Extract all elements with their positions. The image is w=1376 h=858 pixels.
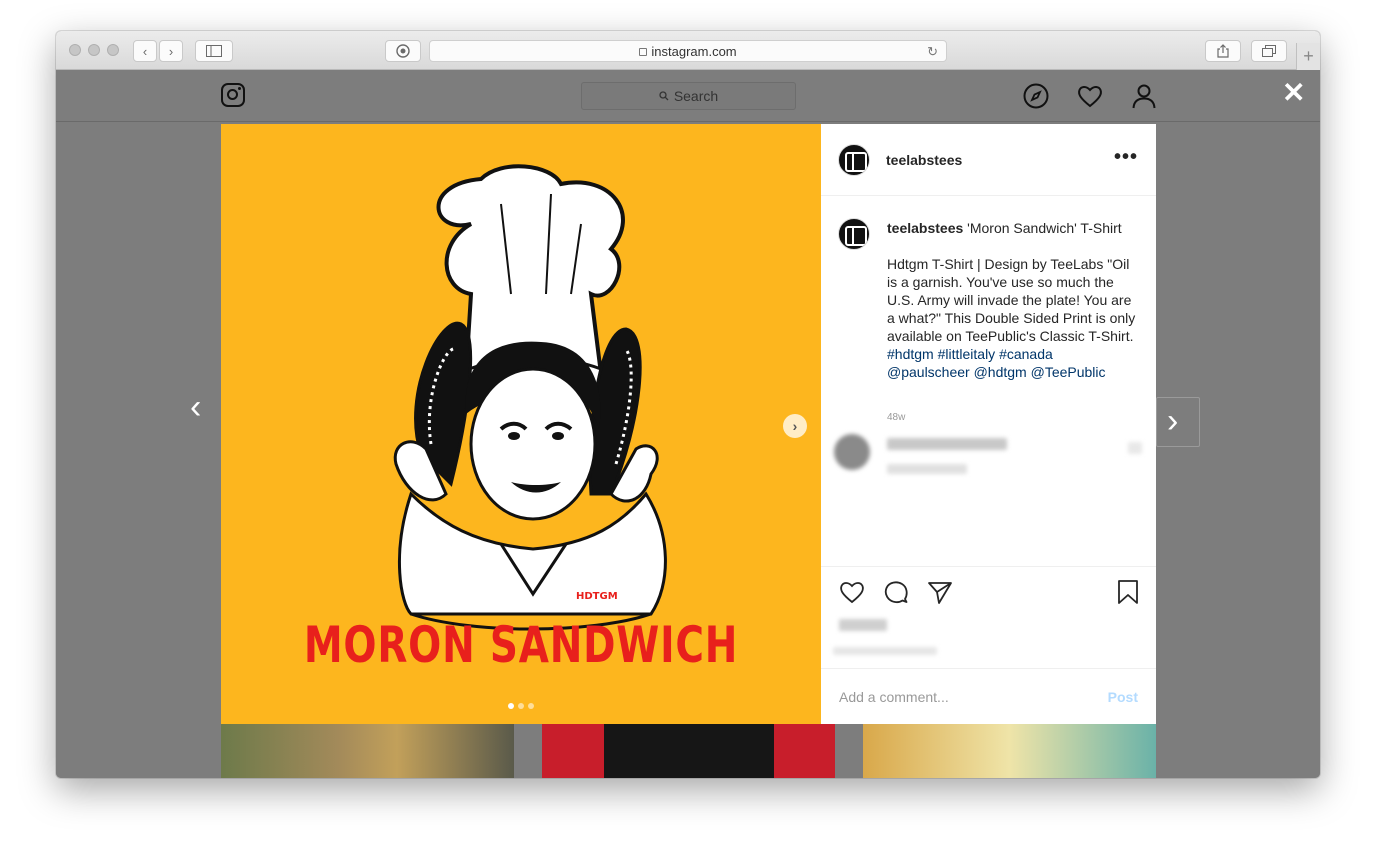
next-post-button[interactable]: ›	[1156, 397, 1200, 447]
search-placeholder: Search	[673, 88, 719, 104]
blurred-comment-meta	[887, 464, 967, 474]
post-image[interactable]: HDTGM MORON SANDWICH ›	[221, 124, 821, 724]
privacy-icon	[396, 44, 410, 58]
close-modal-button[interactable]: ✕	[1282, 79, 1305, 107]
chevron-left-icon: ‹	[142, 43, 148, 59]
browser-window: ‹ › instagram.com ↻ + Search ✕ ‹ › HDTGM…	[56, 31, 1320, 778]
post-caption: teelabstees 'Moron Sandwich' T-Shirt Hdt…	[887, 219, 1143, 381]
mention-link[interactable]: @TeePublic	[1031, 364, 1106, 380]
carousel-dots	[508, 703, 534, 709]
tabs-overview-button[interactable]	[1251, 40, 1287, 62]
add-comment-input[interactable]: Add a comment...	[839, 689, 949, 705]
blurred-comment-text	[887, 438, 1007, 450]
carousel-dot	[518, 703, 524, 709]
tshirt-graphic	[604, 723, 774, 778]
hashtag-link[interactable]: #littleitaly	[938, 346, 996, 362]
caption-timestamp: 48w	[887, 412, 906, 423]
instagram-logo-icon[interactable]	[221, 83, 245, 107]
hashtags: #hdtgm #littleitaly #canada @paulscheer …	[887, 345, 1143, 381]
post-comment-button[interactable]: Post	[1108, 689, 1138, 705]
browser-toolbar: ‹ › instagram.com ↻ +	[56, 31, 1320, 70]
profile-person-icon[interactable]	[1130, 82, 1158, 110]
previous-post-arrow[interactable]: ‹	[190, 390, 201, 424]
tabs-icon	[1262, 45, 1276, 57]
caption-avatar[interactable]	[838, 218, 870, 250]
chevron-right-icon: ›	[168, 43, 174, 59]
caption-body: Hdtgm T-Shirt | Design by TeeLabs "Oil i…	[887, 256, 1136, 344]
art-signature: HDTGM	[576, 591, 618, 602]
search-icon	[659, 91, 669, 101]
blurred-commenter-avatar	[834, 434, 870, 470]
comment-bubble-icon[interactable]	[883, 579, 909, 605]
activity-heart-icon[interactable]	[1076, 82, 1104, 110]
hashtag-link[interactable]: #hdtgm	[887, 346, 934, 362]
back-button[interactable]: ‹	[133, 40, 157, 62]
blurred-likes-count	[839, 619, 887, 631]
address-bar[interactable]: instagram.com ↻	[429, 40, 947, 62]
carousel-dot	[508, 703, 514, 709]
reload-icon[interactable]: ↻	[927, 44, 938, 60]
grid-post-thumbnail[interactable]	[542, 723, 835, 778]
avatar[interactable]	[838, 144, 870, 176]
new-tab-button[interactable]: +	[1296, 43, 1320, 70]
lock-icon	[639, 48, 648, 56]
chevron-right-icon: ›	[1167, 402, 1179, 440]
carousel-dot	[528, 703, 534, 709]
art-title-text: MORON SANDWICH	[303, 616, 739, 674]
mention-link[interactable]: @hdtgm	[974, 364, 1027, 380]
share-send-icon[interactable]	[927, 579, 953, 605]
caption-username[interactable]: teelabstees	[887, 220, 963, 236]
minimize-window-button[interactable]	[88, 44, 100, 56]
hashtag-link[interactable]: #canada	[999, 346, 1053, 362]
carousel-next-button[interactable]: ›	[783, 414, 807, 438]
mention-link[interactable]: @paulscheer	[887, 364, 970, 380]
more-options-button[interactable]: •••	[1114, 146, 1138, 169]
sidebar-button[interactable]	[195, 40, 233, 62]
post-username[interactable]: teelabstees	[886, 152, 962, 168]
reader-privacy-button[interactable]	[385, 40, 421, 62]
post-header: teelabstees •••	[821, 124, 1156, 196]
forward-button[interactable]: ›	[159, 40, 183, 62]
search-input[interactable]: Search	[581, 82, 796, 110]
blurred-post-date	[833, 647, 937, 655]
grid-post-thumbnail[interactable]	[221, 723, 514, 778]
save-bookmark-icon[interactable]	[1115, 579, 1141, 605]
instagram-page: Search ✕ ‹ › HDTGM MORON SANDWICH › teel…	[56, 70, 1320, 778]
chef-woman-illustration: HDTGM	[393, 164, 667, 631]
like-heart-icon[interactable]	[839, 579, 865, 605]
sidebar-icon	[206, 45, 222, 57]
share-icon	[1217, 44, 1229, 58]
explore-compass-icon[interactable]	[1022, 82, 1050, 110]
blurred-like-icon	[1128, 442, 1142, 454]
zoom-window-button[interactable]	[107, 44, 119, 56]
post-details-panel: teelabstees ••• teelabstees 'Moron Sandw…	[821, 124, 1156, 724]
close-window-button[interactable]	[69, 44, 81, 56]
url-text: instagram.com	[651, 43, 737, 59]
grid-post-thumbnail[interactable]	[863, 723, 1156, 778]
instagram-header: Search	[56, 70, 1320, 122]
post-actions	[821, 566, 1156, 668]
share-button[interactable]	[1205, 40, 1241, 62]
add-comment-bar: Add a comment... Post	[821, 668, 1156, 724]
caption-title: 'Moron Sandwich' T-Shirt	[967, 220, 1122, 236]
